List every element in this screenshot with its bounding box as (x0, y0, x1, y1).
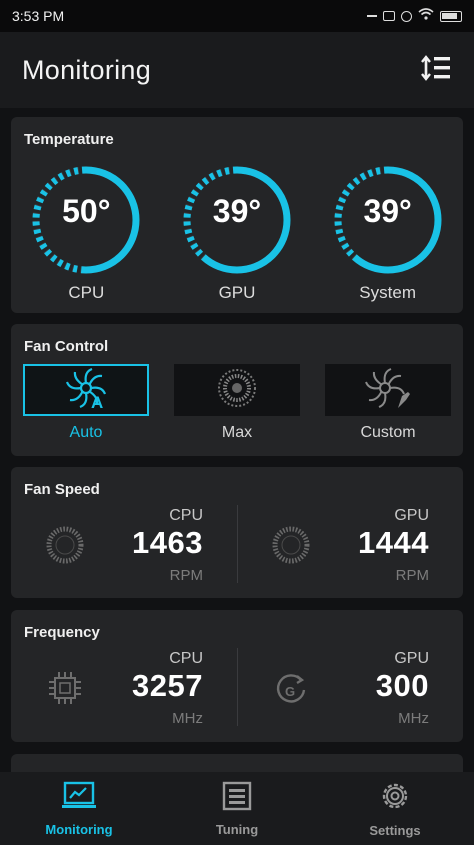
svg-text:A: A (91, 393, 103, 410)
sort-button[interactable] (418, 52, 454, 88)
gauge-label: CPU (68, 283, 105, 302)
nav-label: Settings (369, 822, 421, 838)
cpu-frequency: CPU 3257 MHz (11, 646, 237, 732)
fan-name: CPU (169, 507, 203, 524)
battery-icon (440, 10, 462, 22)
gauge-label: System (359, 283, 416, 302)
fan-mode-label: Custom (360, 424, 416, 441)
fan-mode-max-button[interactable] (174, 364, 300, 416)
fan-icon (269, 523, 313, 567)
fan-mode-max[interactable]: Max (174, 364, 300, 442)
gpu-fan-speed: GPU 1444 RPM (237, 503, 463, 589)
fan-max-icon (216, 367, 258, 414)
gpu-icon: G (269, 666, 313, 710)
fan-speed-unit: RPM (395, 567, 429, 584)
fan-name: GPU (394, 507, 429, 524)
status-time: 3:53 PM (12, 8, 65, 24)
gauge-value: 39° (363, 193, 412, 229)
temperature-title: Temperature (24, 131, 114, 148)
gauge-value: 50° (62, 193, 111, 229)
fan-mode-selector: A Auto Max Custom (23, 364, 451, 442)
cpu-fan-speed: CPU 1463 RPM (11, 503, 237, 589)
app-bar: Monitoring (0, 32, 474, 108)
alarm-icon (401, 10, 412, 22)
frequency-value: 300 (375, 668, 429, 703)
system-temperature-gauge: 39° System (328, 163, 448, 313)
divider (237, 648, 238, 726)
tuning-icon (222, 781, 252, 816)
minus-icon (367, 15, 377, 17)
svg-text:G: G (285, 684, 295, 699)
fan-mode-label: Max (221, 424, 253, 441)
temperature-gauges: 50° CPU 39° GPU 39° System (11, 163, 463, 313)
divider (237, 505, 238, 583)
gauge-value: 39° (212, 193, 262, 229)
gauge-label: GPU (218, 283, 256, 302)
fan-speed-card: Fan Speed CPU 1463 RPM GPU 1444 RPM (11, 467, 463, 598)
fan-mode-auto-button[interactable]: A (23, 364, 149, 416)
frequency-value: 3257 (132, 668, 203, 703)
fan-icon (43, 523, 87, 567)
fan-custom-icon (364, 366, 412, 415)
temperature-card: Temperature 50° CPU 39° GPU 39° System (11, 117, 463, 313)
fan-speed-unit: RPM (169, 567, 203, 584)
nav-label: Monitoring (45, 821, 113, 837)
fan-speed-value: 1463 (132, 525, 203, 560)
frequency-name: GPU (394, 650, 429, 667)
fan-speed-title: Fan Speed (24, 481, 100, 498)
fan-speed-value: 1444 (358, 525, 429, 560)
nav-item-tuning[interactable]: Tuning (172, 781, 302, 837)
frequency-card: Frequency CPU 3257 MHz G GPU 300 MHz (11, 610, 463, 742)
fan-mode-auto[interactable]: A Auto (23, 364, 149, 442)
status-bar: 3:53 PM (0, 0, 474, 32)
frequency-unit: MHz (172, 710, 203, 727)
cpu-chip-icon (43, 666, 87, 710)
fan-mode-custom[interactable]: Custom (325, 364, 451, 442)
frequency-name: CPU (169, 650, 203, 667)
frequency-title: Frequency (24, 624, 100, 641)
fan-auto-icon: A (64, 366, 108, 415)
fan-control-title: Fan Control (24, 338, 109, 355)
frequency-unit: MHz (398, 710, 429, 727)
status-icons (367, 7, 462, 25)
fan-mode-label: Auto (69, 424, 103, 441)
nav-label: Tuning (215, 821, 259, 837)
nav-item-monitoring[interactable]: Monitoring (14, 781, 144, 837)
gpu-frequency: G GPU 300 MHz (237, 646, 463, 732)
wifi-icon (418, 7, 434, 25)
nav-item-settings[interactable]: Settings (330, 780, 460, 838)
sort-icon (420, 54, 452, 87)
fan-mode-custom-button[interactable] (325, 364, 451, 416)
page-title: Monitoring (22, 54, 152, 85)
fan-control-card: Fan Control A Auto Max Custom (11, 324, 463, 456)
bottom-navigation: Monitoring Tuning Settings (0, 772, 474, 845)
gpu-temperature-gauge: 39° GPU (177, 163, 297, 313)
gear-icon (379, 780, 411, 817)
monitor-chart-icon (62, 781, 96, 816)
sim-icon (383, 11, 395, 21)
cpu-temperature-gauge: 50° CPU (26, 163, 146, 313)
